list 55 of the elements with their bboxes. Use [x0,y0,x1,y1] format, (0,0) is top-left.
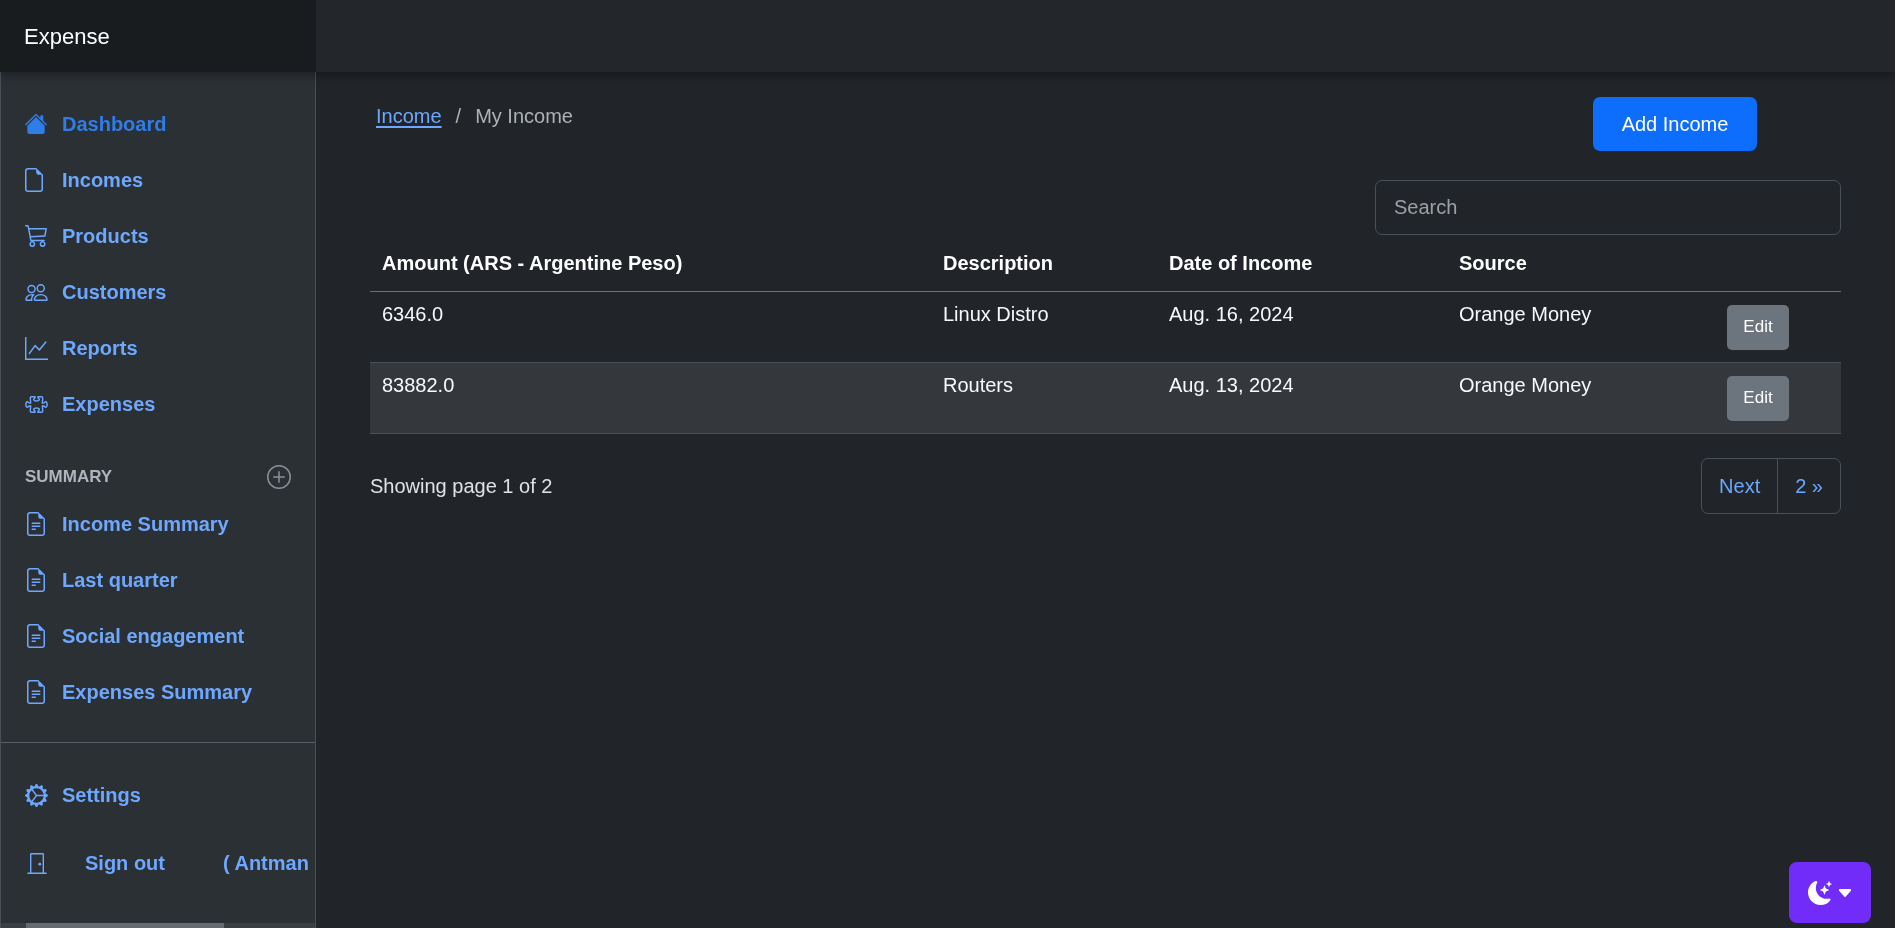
scrollbar-thumb[interactable] [26,923,224,928]
user-name: ( Antman [223,851,309,876]
add-income-button[interactable]: Add Income [1593,97,1757,151]
sidebar-link[interactable]: Last quarter [1,552,315,608]
sidebar-link[interactable]: Dashboard [1,96,315,152]
column-header: Source [1458,251,1528,276]
door-icon [26,852,47,874]
moon-stars-icon [1808,880,1832,905]
sidebar-link[interactable]: Products [1,208,315,264]
add-icon[interactable] [267,465,291,489]
sidebar-link[interactable]: Reports [1,320,315,376]
breadcrumb-link[interactable]: Income [376,102,442,130]
table-cell-text: Routers [942,373,1015,397]
sidebar-link[interactable]: Customers [1,264,315,320]
sign-out-link[interactable]: Sign out [25,848,165,878]
puzzle-icon [25,395,48,413]
table-cell-text: Orange Money [1458,373,1593,397]
page-status: Showing page 1 of 2 [370,474,553,499]
pagination-link[interactable]: 2 » [1777,459,1840,513]
edit-button[interactable]: Edit [1727,375,1789,421]
table-cell-text: Aug. 13, 2024 [1168,373,1295,397]
search-field[interactable]: Search [1375,180,1841,235]
table-row[interactable]: 83882.0 Routers Aug. 13, 2024 Orange Money Edit [370,363,1841,434]
document-text-icon [27,624,45,648]
sidebar-link[interactable]: Expenses [1,376,315,432]
sidebar-link[interactable]: Expenses Summary [1,664,315,720]
line-graph-icon [25,336,48,360]
breadcrumb-current: My Income [475,104,573,129]
table-cell-text: 6346.0 [381,302,445,326]
theme-toggle-button[interactable] [1789,862,1871,923]
section-heading: SUMMARY [25,466,113,489]
table-cell-text: Orange Money [1458,302,1593,326]
table-cell-text: Aug. 16, 2024 [1168,302,1295,326]
document-text-icon [27,568,45,592]
edit-button[interactable]: Edit [1727,304,1789,350]
table-cell-text: Linux Distro [942,302,1050,326]
document-icon [25,168,43,192]
sidebar-link[interactable]: Income Summary [1,496,315,552]
brand-name[interactable]: Expense [24,19,110,53]
document-text-icon [27,680,45,704]
pagination-link[interactable]: Next [1702,459,1778,513]
gear-icon [25,783,48,807]
column-header: Date of Income [1168,251,1314,276]
caret-down-icon [1838,888,1852,897]
table-cell-text: 83882.0 [381,373,456,397]
column-header: Description [942,251,1055,276]
document-text-icon [27,512,45,536]
breadcrumb-separator: / [455,104,462,129]
house-icon [25,114,47,134]
people-icon [25,283,48,301]
cart-icon [25,225,47,247]
settings-link[interactable]: Settings [1,767,315,823]
sidebar-link[interactable]: Incomes [1,152,315,208]
sidebar-link[interactable]: Social engagement [1,608,315,664]
column-header: Amount (ARS - Argentine Peso) [381,251,684,276]
